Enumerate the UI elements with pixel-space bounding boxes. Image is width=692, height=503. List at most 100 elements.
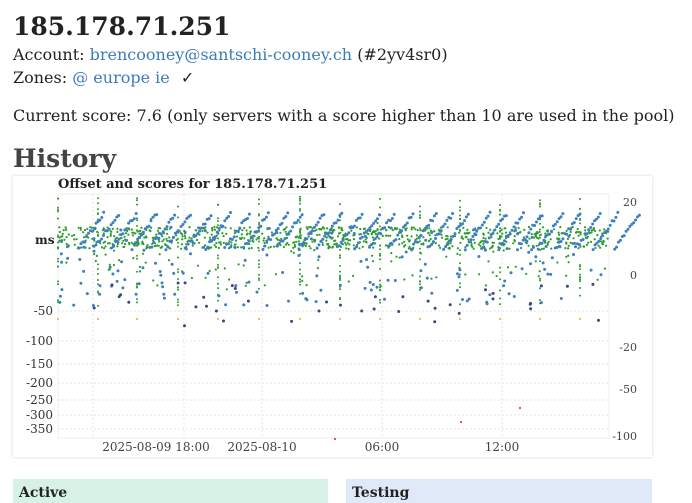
offset-point [587,241,590,244]
score-point [117,214,121,217]
offset-point [352,244,355,247]
offset-point [519,246,523,250]
offset-point [136,301,138,304]
outlier-point [334,438,336,440]
score-point [453,232,457,236]
offset-point [222,241,225,244]
offset-point [363,227,366,230]
offset-point [584,229,587,232]
score-point [534,255,538,259]
score-point [283,237,287,241]
score-point [217,227,221,230]
score-point [375,235,379,239]
offset-point [97,197,99,200]
offset-point [334,239,337,242]
y-axis-label: ms [35,233,55,247]
score-point [183,230,187,234]
offset-point [104,245,107,248]
score-point [383,297,386,301]
offset-point [535,244,538,247]
offset-point [258,198,260,201]
score-point [170,239,174,243]
offset-point [379,283,381,286]
score-point [479,226,482,230]
score-point [134,292,138,296]
offset-point [181,233,184,236]
score-point [213,235,217,239]
offset-point [371,254,374,257]
offset-point [539,287,541,290]
score-point [456,272,459,276]
score-point [330,231,334,235]
offset-point [464,273,467,276]
offset-point [404,244,407,247]
offset-point [97,273,99,275]
current-score: Current score: 7.6 (only servers with a … [13,106,675,125]
offset-point [169,247,172,250]
score-point [134,242,138,245]
offset-point [217,299,219,302]
offset-point [299,262,301,265]
offset-point [446,237,449,240]
offset-point [398,256,401,259]
score-point [120,260,124,264]
offset-point [282,228,285,231]
offset-point [136,229,138,232]
score-point [277,241,281,245]
score-point [115,239,119,243]
score-point [330,224,334,228]
zone-links[interactable]: @ europe ie [72,68,170,87]
offset-point [127,233,130,236]
score-point [415,240,419,244]
score-point [111,272,115,276]
score-point [280,221,284,225]
offset-point [514,265,517,268]
score-point [433,320,437,324]
offset-point [161,240,164,243]
score-point [232,235,236,239]
score-point [92,249,96,253]
offset-point [345,247,348,250]
account-id: (#2yv4sr0) [357,45,448,64]
score-point [565,232,569,236]
offset-point [299,268,301,271]
offset-point [419,216,421,219]
score-point [536,247,540,251]
offset-point [567,244,570,247]
offset-point [333,243,336,246]
score-point [404,250,408,254]
offset-point [130,228,133,231]
score-point [121,286,125,290]
offset-point [60,235,63,238]
score-point [162,296,166,300]
offset-point [579,294,581,297]
offset-point [395,255,398,258]
offset-point [593,227,596,230]
score-point [159,273,163,277]
offset-point [109,234,112,237]
score-point [372,307,376,311]
offset-point [235,235,239,238]
score-point [251,234,255,238]
score-point [338,283,342,287]
offset-point [539,203,541,206]
score-point [166,245,170,249]
score-point [507,292,511,296]
score-point [347,231,351,235]
offset-point [248,226,251,229]
offset-point [313,229,316,232]
offset-point [341,243,345,246]
score-point [142,248,146,252]
score-point [439,229,443,233]
score-point [502,284,506,288]
offset-point [339,264,341,267]
score-point [276,227,280,230]
account-email-link[interactable]: brencooney@santschi-cooney.ch [90,45,352,64]
offset-point [219,241,222,244]
offset-point [225,232,228,235]
offset-point [213,244,216,247]
offset-point [364,238,367,241]
score-point [574,245,577,249]
offset-point [57,257,59,260]
offset-point [258,237,260,240]
